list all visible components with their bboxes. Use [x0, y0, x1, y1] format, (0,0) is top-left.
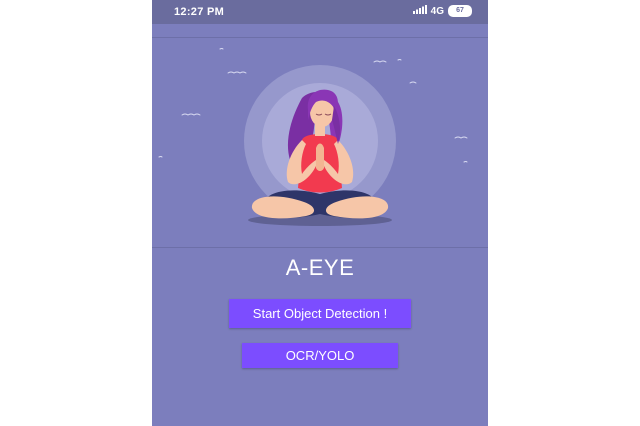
- signal-bars-icon: [412, 5, 427, 17]
- battery-icon: 67: [448, 5, 472, 17]
- app-title: A-EYE: [285, 255, 355, 280]
- hero-divider: [152, 247, 488, 248]
- start-object-detection-button[interactable]: Start Object Detection !: [229, 299, 411, 328]
- ocr-yolo-button[interactable]: OCR/YOLO: [242, 343, 398, 368]
- praying-hands: [316, 143, 324, 171]
- status-indicators: 4G 67: [412, 5, 472, 17]
- phone-screen: 12:27 PM 4G 67 A-EYE Start Object Detect…: [152, 0, 488, 426]
- status-bar: 12:27 PM 4G 67: [152, 0, 488, 24]
- status-time: 12:27 PM: [174, 6, 225, 18]
- meditation-illustration: [158, 48, 468, 226]
- network-type: 4G: [430, 5, 444, 17]
